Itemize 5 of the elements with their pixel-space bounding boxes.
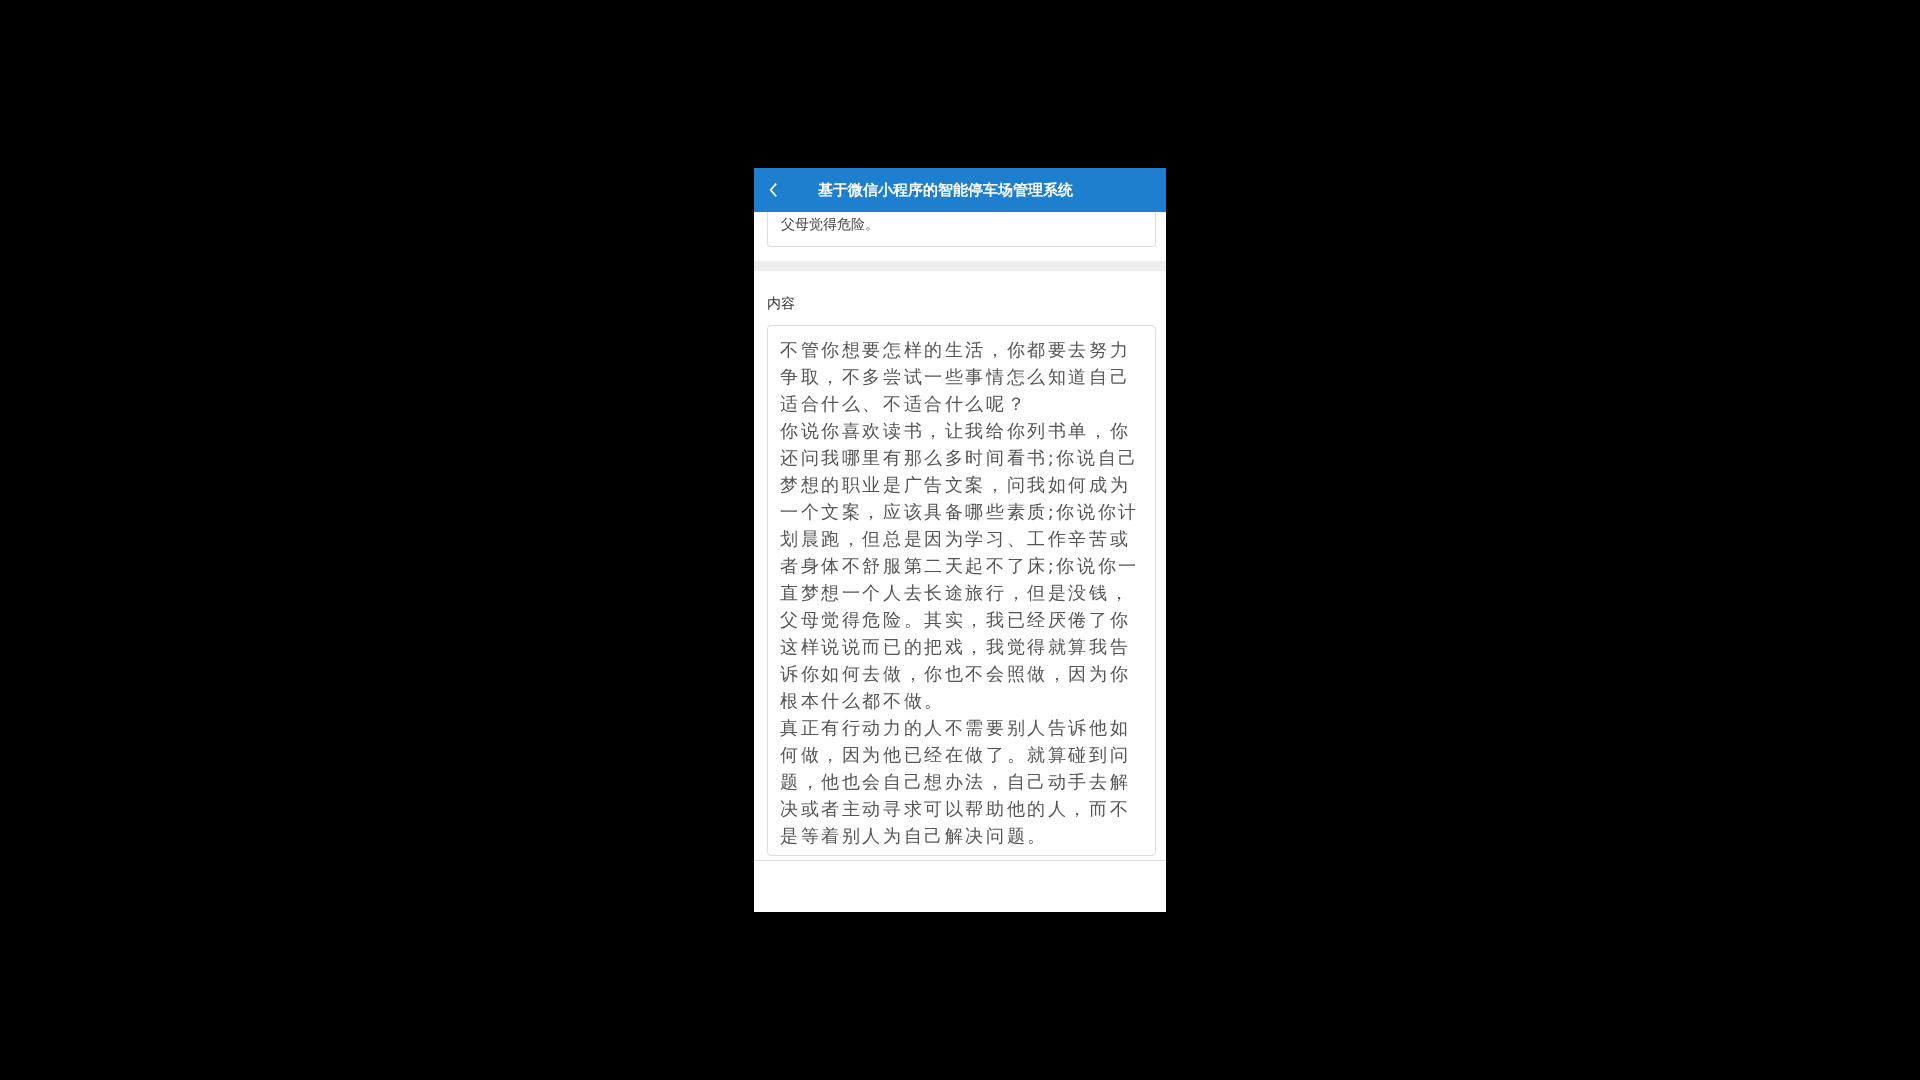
page-title: 基于微信小程序的智能停车场管理系统 [818, 180, 1073, 200]
text-field[interactable]: 父母觉得危险。 [767, 212, 1156, 247]
content-textarea[interactable]: 不管你想要怎样的生活，你都要去努力争取，不多尝试一些事情怎么知道自己适合什么、不适合什么呢？ 你说你喜欢读书，让我给你列书单，你还问我哪里有那么多时间看书;你说自己梦想的职业是广告文案，问我如何成为一个文案，应该具备哪些素质;你说你计划晨跑，但总是因为学习、工作辛苦或者身体不舒服第二天起不了床;你说你一直梦想一个人去长途旅行，但是没钱，父母觉得危险。其实，我已经厌倦了你这样说说而已的把戏，我觉得就算我告诉你如何去做，你也不会照做，因为你根本什么都不做。 真正有行动力的人不需要别人告诉他如何做，因为他已经在做了。就算碰到问题，他也会自己想办法，自己动手去解决或者主动寻求可以帮助他的人，而不是等着别人为自己解决问题。 [767, 325, 1156, 856]
back-icon[interactable] [768, 182, 778, 198]
field-label: 内容 [767, 295, 796, 313]
